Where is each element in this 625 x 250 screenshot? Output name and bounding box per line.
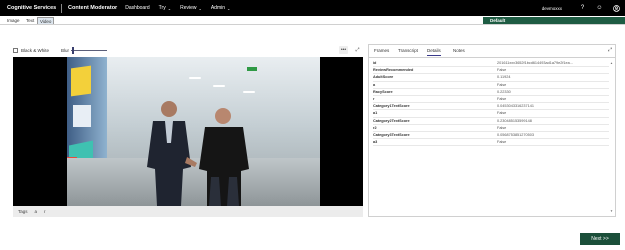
- detail-value: 0.0568753851270503: [497, 132, 534, 137]
- detail-row: AdultScore 0.11924: [373, 74, 609, 82]
- tag-r-toggle[interactable]: r: [44, 209, 46, 214]
- video-person-left: [147, 101, 197, 206]
- detail-row: RacyScore 0.22330: [373, 89, 609, 96]
- detail-value: False: [497, 111, 507, 116]
- detail-key: id: [373, 61, 377, 65]
- detail-key: a1: [373, 111, 378, 116]
- tab-video[interactable]: Video: [37, 17, 55, 24]
- nav-try-label: Try: [158, 5, 166, 11]
- detail-key: Category3TextScore: [373, 132, 410, 137]
- blur-slider-track[interactable]: [71, 50, 107, 51]
- blur-slider-thumb[interactable]: [72, 47, 74, 54]
- detail-row: r2 False: [373, 125, 609, 132]
- detail-row: id 201611xxx3652f1bcd614493ad1a79e2f1ea..…: [373, 60, 609, 68]
- nav-try[interactable]: Try ⌄: [159, 5, 171, 11]
- detail-row: a3 False: [373, 139, 609, 147]
- nav-review-label: Review: [180, 5, 197, 11]
- video-yellow-panel: [71, 65, 91, 97]
- detail-key: r: [373, 96, 375, 101]
- scroll-down-icon[interactable]: ▼: [610, 209, 613, 213]
- detail-key: r2: [373, 125, 377, 130]
- video-ceiling-light: [189, 77, 201, 79]
- detail-value: False: [497, 125, 507, 130]
- detail-value: 0.230485153599148: [497, 118, 532, 123]
- panel-expand-icon[interactable]: ⤢: [608, 47, 612, 53]
- nav-admin-label: Admin: [210, 5, 226, 11]
- scroll-up-icon[interactable]: ▲: [610, 61, 613, 65]
- detail-key: RacyScore: [373, 89, 393, 94]
- brand-divider: [61, 3, 62, 13]
- detail-value: 201611xxx3652f1bcd614493ad1a79e2f1ea...: [497, 61, 573, 65]
- video-player[interactable]: [13, 57, 363, 206]
- team-banner: Default: [483, 17, 625, 24]
- details-panel: Frames Transcript Details Notes ⤢ id 2016…: [368, 44, 616, 217]
- black-white-label: Black & White: [21, 48, 50, 53]
- detail-value: False: [497, 68, 507, 73]
- blur-label: Blur: [61, 48, 70, 53]
- video-exit-sign: [247, 67, 257, 71]
- details-scrollbar[interactable]: ▲ ▼: [610, 61, 613, 213]
- detail-row: a1 False: [373, 110, 609, 118]
- chevron-down-icon: ⌄: [198, 5, 202, 11]
- nav-review[interactable]: Review ⌄: [180, 5, 202, 11]
- detail-key: Category1TextScore: [373, 104, 410, 109]
- chevron-down-icon: ⌄: [167, 5, 172, 11]
- detail-value: False: [497, 140, 507, 145]
- detail-row: Category3TextScore 0.0568753851270503: [373, 132, 609, 140]
- tag-a-toggle[interactable]: a: [35, 209, 38, 214]
- tags-bar: Tags a r: [13, 206, 363, 217]
- detail-value: 0.0453043316237141: [497, 104, 534, 109]
- detail-key: Category2TextScore: [373, 118, 410, 123]
- user-name[interactable]: devmoxxx: [542, 6, 562, 11]
- detail-key: AdultScore: [373, 75, 394, 80]
- top-right-group: devmoxxx ? ☺: [542, 0, 625, 16]
- detail-value: False: [497, 82, 507, 87]
- detail-row: ReviewRecommended False: [373, 67, 609, 75]
- tab-image[interactable]: Image: [5, 17, 22, 24]
- tab-text[interactable]: Text: [24, 17, 36, 24]
- smiley-icon[interactable]: ☺: [591, 5, 608, 11]
- brand-title[interactable]: Cognitive Services: [0, 5, 58, 11]
- help-icon[interactable]: ?: [574, 5, 591, 11]
- detail-value: 0.22330: [497, 89, 511, 94]
- tab-transcript[interactable]: Transcript: [398, 48, 418, 53]
- tab-notes[interactable]: Notes: [453, 48, 465, 53]
- detail-value: False: [497, 96, 507, 101]
- nav-dashboard-label: Dashboard: [125, 5, 150, 11]
- video-frame-image: [67, 57, 320, 206]
- chevron-down-icon: ⌄: [227, 5, 231, 11]
- panel-tabs: Frames Transcript Details Notes ⤢: [369, 45, 615, 58]
- detail-key: ReviewRecommended: [373, 68, 414, 73]
- detail-key: a3: [373, 140, 378, 145]
- tab-frames[interactable]: Frames: [374, 48, 389, 53]
- top-bar: Cognitive Services Content Moderator Das…: [0, 0, 625, 16]
- detail-row: Category1TextScore 0.0453043316237141: [373, 103, 609, 111]
- video-white-panel: [73, 105, 91, 127]
- product-title[interactable]: Content Moderator: [68, 5, 117, 11]
- tags-label: Tags: [18, 209, 28, 214]
- detail-row: Category2TextScore 0.230485153599148: [373, 118, 609, 125]
- video-ceiling-light: [213, 85, 225, 87]
- video-ceiling-light: [243, 91, 255, 93]
- detail-value: 0.11924: [497, 75, 511, 80]
- account-icon[interactable]: [608, 4, 625, 12]
- more-options-button[interactable]: •••: [339, 46, 348, 54]
- black-white-checkbox[interactable]: [13, 48, 18, 53]
- detail-row: a False: [373, 82, 609, 89]
- details-list: id 201611xxx3652f1bcd614493ad1a79e2f1ea..…: [373, 60, 609, 215]
- video-person-right: [199, 108, 249, 206]
- tab-details[interactable]: Details: [427, 48, 441, 56]
- next-button[interactable]: Next >>: [580, 233, 620, 245]
- detail-key: a: [373, 82, 376, 87]
- expand-icon[interactable]: ⤢: [353, 46, 362, 54]
- video-controls: Black & White Blur ••• ⤢: [13, 46, 363, 55]
- detail-row: r False: [373, 96, 609, 104]
- nav-admin[interactable]: Admin ⌄: [211, 5, 231, 11]
- nav-dashboard[interactable]: Dashboard: [125, 5, 149, 11]
